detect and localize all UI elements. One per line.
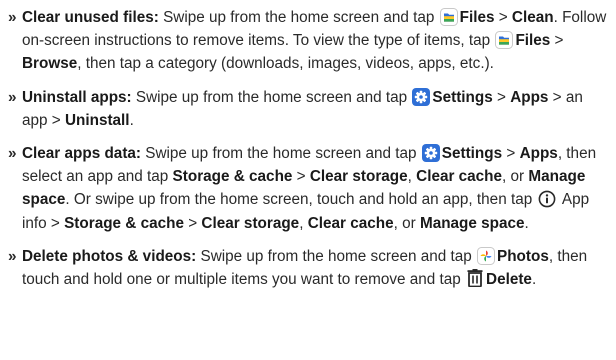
list-item-uninstall-apps: » Uninstall apps: Swipe up from the home… [8,86,608,132]
separator: , [407,168,417,186]
files-label: Files [459,9,495,26]
separator: , or [502,168,529,186]
files-app-icon [439,8,458,26]
trash-icon [467,269,483,288]
item-text: . [531,271,537,289]
separator: > [494,9,512,26]
clear-cache-label: Clear cache [416,168,503,186]
list-item-clear-unused-files: » Clear unused files: Swipe up from the … [8,6,608,76]
clear-cache-label: Clear cache [307,214,394,232]
bullet-marker: » [8,9,17,26]
item-text: Swipe up from the home screen and tap [158,9,439,26]
files-label: Files [515,32,551,50]
item-title: Clear unused files: [22,9,159,26]
settings-gear-icon [412,87,431,106]
settings-gear-icon [421,144,440,163]
separator: > [492,88,511,106]
files-app-icon [495,31,514,50]
separator: > [183,214,198,232]
item-text: , then tap a category (downloads, images… [77,55,494,73]
clear-storage-label: Clear storage [201,214,300,232]
separator: > [502,145,520,163]
delete-label: Delete [486,271,532,289]
item-text: . [524,214,529,232]
item-text: Swipe up from the home screen and tap [196,247,477,265]
item-text: . Or swipe up from the home screen, touc… [65,191,537,209]
uninstall-label: Uninstall [64,111,130,129]
browse-label: Browse [22,55,78,73]
list-item-delete-photos-videos: » Delete photos & videos: Swipe up from … [8,245,608,291]
settings-label: Settings [432,88,493,106]
clear-storage-label: Clear storage [309,168,408,186]
apps-label: Apps [510,88,549,106]
separator: , [299,214,308,232]
clean-label: Clean [511,9,554,26]
item-title: Uninstall apps: [22,88,132,106]
photos-label: Photos [497,247,549,265]
storage-cache-label: Storage & cache [64,214,184,232]
manage-space-label: Manage space [419,214,525,232]
photos-pinwheel-icon [477,246,496,265]
separator: , or [393,214,420,232]
item-text: Swipe up from the home screen and tap [141,145,421,163]
settings-label: Settings [441,145,503,163]
storage-cache-label: Storage & cache [172,168,293,186]
apps-label: Apps [519,145,558,163]
separator: > [550,32,564,50]
list-item-clear-apps-data: » Clear apps data: Swipe up from the hom… [8,142,608,235]
item-title: Clear apps data: [22,145,142,163]
separator: > [292,168,310,186]
instructions-list: » Clear unused files: Swipe up from the … [0,0,616,291]
item-title: Delete photos & videos: [22,247,197,265]
bullet-marker: » [8,247,17,265]
info-circle-icon [538,190,556,208]
item-text: . [129,111,134,129]
item-text: Swipe up from the home screen and tap [131,88,412,106]
bullet-marker: » [8,145,17,163]
bullet-marker: » [8,88,17,106]
